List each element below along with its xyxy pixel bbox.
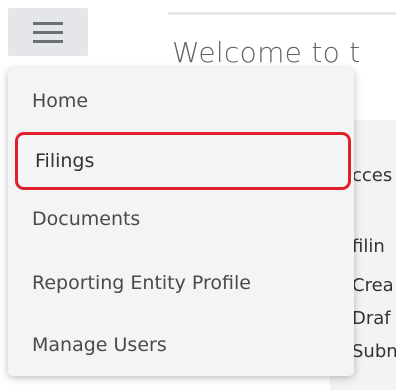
panel-text-fragment: cces <box>352 165 393 186</box>
page-title: Welcome to t <box>172 36 361 69</box>
menu-item-documents[interactable]: Documents <box>8 190 354 248</box>
menu-item-manage-users[interactable]: Manage Users <box>8 316 354 374</box>
menu-toggle-button[interactable] <box>8 8 88 56</box>
panel-text-fragment[interactable]: Subn <box>352 341 396 362</box>
menu-item-filings[interactable]: Filings <box>15 132 351 190</box>
panel-text-fragment[interactable]: filin <box>352 236 385 257</box>
panel-text-fragment[interactable]: Crea <box>352 275 394 296</box>
panel-text-fragment[interactable]: Draf <box>352 308 391 329</box>
navigation-dropdown: Home Filings Documents Reporting Entity … <box>8 68 354 376</box>
header-divider <box>168 12 396 15</box>
menu-item-home[interactable]: Home <box>8 72 354 130</box>
menu-item-reporting-entity-profile[interactable]: Reporting Entity Profile <box>8 254 354 312</box>
